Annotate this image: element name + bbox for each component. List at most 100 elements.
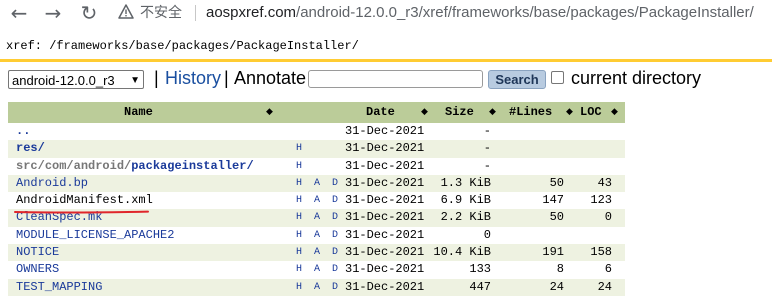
table-row: res/ H 31-Dec-2021 -: [8, 140, 625, 158]
table-row: Android.bp H A D 31-Dec-2021 1.3 KiB 50 …: [8, 174, 625, 193]
file-date: 31-Dec-2021: [345, 175, 425, 190]
table-row: src/com/android/packageinstaller/ H 31-D…: [8, 158, 625, 175]
column-header-size[interactable]: Size: [445, 102, 474, 123]
history-annotate-download-links[interactable]: H A D: [296, 261, 341, 278]
browser-address-bar: ← → ↻ 不安全 aospxref.com/android-12.0.0_r3…: [0, 0, 772, 26]
url-host: aospxref.com: [206, 4, 297, 21]
file-name-link[interactable]: res/: [16, 140, 45, 157]
forward-arrow-icon[interactable]: →: [42, 2, 64, 24]
line-count: 8: [556, 262, 564, 277]
current-directory-label: current directory: [571, 68, 702, 88]
file-date: 31-Dec-2021: [345, 227, 425, 242]
column-header-name[interactable]: Name: [124, 102, 153, 123]
insecure-label[interactable]: 不安全: [140, 4, 182, 22]
path-segments: src/com/android/packageinstaller/: [16, 158, 254, 175]
reload-icon[interactable]: ↻: [78, 2, 100, 24]
history-annotate-download-links[interactable]: H A D: [296, 192, 341, 209]
xref-path-label: xref: /frameworks/base/packages/PackageI…: [6, 39, 359, 53]
file-date: 31-Dec-2021: [345, 158, 425, 173]
file-size: 447: [469, 279, 491, 294]
table-row: .. 31-Dec-2021 -: [8, 123, 625, 140]
file-date: 31-Dec-2021: [345, 279, 425, 294]
table-row: OWNERS H A D 31-Dec-2021 133 8 6: [8, 261, 625, 278]
table-header: Name ◆ Date ◆ Size ◆ #Lines ◆ LOC ◆: [8, 102, 625, 123]
sort-icon[interactable]: ◆: [421, 102, 428, 123]
file-name-link[interactable]: AndroidManifest.xml: [16, 192, 153, 209]
sort-icon[interactable]: ◆: [566, 102, 573, 123]
file-date: 31-Dec-2021: [345, 141, 425, 156]
file-size: -: [483, 158, 491, 173]
pipe-separator: |: [224, 68, 229, 88]
line-count: 24: [549, 279, 564, 294]
url-path: /android-12.0.0_r3/xref/frameworks/base/…: [296, 4, 754, 21]
path-segment-link[interactable]: android/: [74, 159, 132, 173]
column-header-date[interactable]: Date: [366, 102, 395, 123]
loc-count: 24: [597, 279, 612, 294]
file-size: 2.2 KiB: [440, 210, 491, 225]
file-size: 6.9 KiB: [440, 193, 491, 208]
path-segment-link[interactable]: packageinstaller/: [131, 159, 253, 173]
controls-row: android-12.0.0_r3 ▼ | History | Annotate…: [0, 66, 772, 92]
red-underline-annotation: [14, 210, 149, 214]
back-arrow-icon[interactable]: ←: [8, 2, 30, 24]
search-button[interactable]: Search: [488, 70, 546, 89]
history-annotate-download-links[interactable]: H: [296, 158, 305, 175]
line-count: 147: [542, 193, 564, 208]
sort-icon[interactable]: ◆: [489, 102, 496, 123]
directory-listing-table: Name ◆ Date ◆ Size ◆ #Lines ◆ LOC ◆ .. 3…: [8, 102, 625, 296]
annotate-label[interactable]: Annotate: [234, 66, 306, 90]
current-directory-checkbox[interactable]: [551, 71, 564, 84]
history-annotate-download-links[interactable]: H A D: [296, 175, 341, 192]
history-annotate-download-links[interactable]: H A D: [296, 209, 341, 226]
line-count: 191: [542, 245, 564, 260]
loc-count: 43: [597, 175, 612, 190]
table-row: AndroidManifest.xml H A D 31-Dec-2021 6.…: [8, 192, 625, 209]
history-annotate-download-links[interactable]: H: [296, 140, 305, 157]
line-count: 50: [549, 175, 564, 190]
file-size: 0: [483, 227, 491, 242]
file-name-link[interactable]: MODULE_LICENSE_APACHE2: [16, 227, 174, 244]
sort-icon[interactable]: ◆: [266, 102, 273, 123]
file-date: 31-Dec-2021: [345, 262, 425, 277]
path-segment-link[interactable]: src/: [16, 159, 45, 173]
loc-count: 6: [604, 262, 612, 277]
file-name-link[interactable]: NOTICE: [16, 244, 59, 261]
file-date: 31-Dec-2021: [345, 245, 425, 260]
xref-path-header: xref: /frameworks/base/packages/PackageI…: [0, 37, 772, 57]
file-date: 31-Dec-2021: [345, 193, 425, 208]
table-row: MODULE_LICENSE_APACHE2 H A D 31-Dec-2021…: [8, 227, 625, 244]
history-annotate-download-links[interactable]: H A D: [296, 279, 341, 296]
pipe-separator: |: [154, 68, 159, 88]
file-name-link[interactable]: Android.bp: [16, 175, 88, 192]
file-date: 31-Dec-2021: [345, 210, 425, 225]
file-size: 10.4 KiB: [433, 245, 491, 260]
sort-icon[interactable]: ◆: [611, 102, 618, 123]
history-annotate-download-links[interactable]: H A D: [296, 244, 341, 261]
header-rule: [0, 59, 772, 62]
file-name-link[interactable]: OWNERS: [16, 261, 59, 278]
project-select[interactable]: android-12.0.0_r3 ▼: [8, 70, 144, 89]
file-date: 31-Dec-2021: [345, 124, 425, 138]
file-name-link[interactable]: TEST_MAPPING: [16, 279, 102, 296]
chevron-down-icon: ▼: [130, 75, 140, 86]
loc-count: 158: [590, 245, 612, 260]
history-annotate-download-links[interactable]: H A D: [296, 227, 341, 244]
path-segment-link[interactable]: com/: [45, 159, 74, 173]
history-link[interactable]: History: [165, 66, 221, 90]
file-name-link[interactable]: ..: [16, 123, 30, 140]
project-select-value: android-12.0.0_r3: [12, 73, 115, 88]
file-size: -: [483, 141, 491, 156]
file-size: 133: [469, 262, 491, 277]
table-row: NOTICE H A D 31-Dec-2021 10.4 KiB 191 15…: [8, 244, 625, 262]
address-separator: [195, 5, 196, 21]
table-row: TEST_MAPPING H A D 31-Dec-2021 447 24 24: [8, 278, 625, 296]
column-header-lines[interactable]: #Lines: [509, 102, 552, 123]
file-size: -: [483, 124, 491, 138]
search-input[interactable]: [308, 70, 483, 88]
file-size: 1.3 KiB: [440, 175, 491, 190]
url-field[interactable]: aospxref.com/android-12.0.0_r3/xref/fram…: [206, 3, 754, 23]
warning-icon[interactable]: [118, 4, 134, 20]
loc-count: 0: [604, 210, 612, 225]
column-header-loc[interactable]: LOC: [580, 102, 602, 123]
loc-count: 123: [590, 193, 612, 208]
